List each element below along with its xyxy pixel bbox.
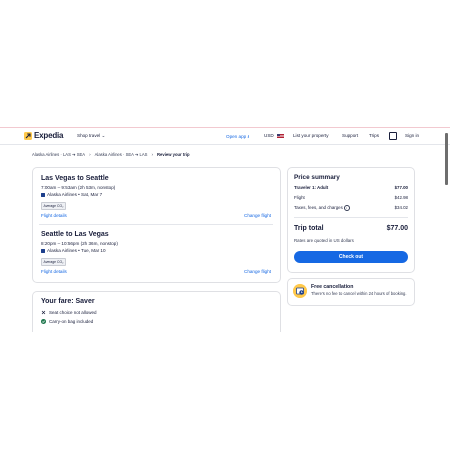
fare-row-seat: Seat choice not allowed <box>41 310 97 315</box>
us-flag-icon <box>276 133 284 138</box>
price-divider <box>294 217 408 218</box>
taxes-value: $34.02 <box>394 205 408 210</box>
shop-travel-label: Shop travel <box>77 133 101 138</box>
co2-badge: Average CO₂ <box>41 258 66 266</box>
open-app-label: Open app <box>226 134 247 139</box>
flight-value: $42.98 <box>394 195 408 200</box>
traveler-label: Traveler 1: Adult <box>294 185 329 190</box>
outbound-airline: Alaska Airlines • Sat, Mar 7 <box>41 192 102 197</box>
fare-row-seat-label: Seat choice not allowed <box>49 310 97 315</box>
traveler-value: $77.00 <box>394 185 408 190</box>
alaska-airlines-logo-icon <box>41 192 45 197</box>
outbound-flight-time: 7:00am – 9:53am (2h 53m, nonstop) <box>41 185 116 190</box>
cancellation-text: There's no fee to cancel within 24 hours… <box>311 291 407 296</box>
trips-link[interactable]: Trips <box>369 133 379 138</box>
return-flight-title: Seattle to Las Vegas <box>41 231 109 238</box>
support-link[interactable]: Support <box>342 133 358 138</box>
outbound-flight-details-link[interactable]: Flight details <box>41 213 67 218</box>
taxes-row: Taxes, fees, and charges i $34.02 <box>294 205 408 211</box>
free-cancellation-card: Free cancellation There's no fee to canc… <box>287 278 415 306</box>
fare-card: Your fare: Saver Seat choice not allowed… <box>32 291 281 332</box>
info-icon[interactable]: i <box>343 205 350 211</box>
outbound-airline-label: Alaska Airlines • Sat, Mar 7 <box>47 192 103 197</box>
outbound-flight-title: Las Vegas to Seattle <box>41 175 109 182</box>
check-icon <box>41 319 46 324</box>
cancellation-title: Free cancellation <box>311 284 354 290</box>
chevron-right-icon: › <box>89 152 91 157</box>
chat-icon[interactable] <box>389 132 397 140</box>
chevron-right-icon: › <box>151 152 154 157</box>
flights-card: Las Vegas to Seattle 7:00am – 9:53am (2h… <box>32 167 281 283</box>
expedia-logo[interactable]: Expedia <box>24 131 63 140</box>
taxes-label-wrap[interactable]: Taxes, fees, and charges i <box>294 205 350 211</box>
chevron-down-icon: ⌄ <box>101 133 106 138</box>
page-scrollbar[interactable] <box>445 131 448 327</box>
co2-badge: Average CO₂ <box>41 202 66 210</box>
breadcrumb-outbound[interactable]: Alaska Airlines · LAS ➔ SEA <box>32 152 85 157</box>
flight-price-row: Flight $42.98 <box>294 195 408 200</box>
price-summary-title: Price summary <box>294 174 340 181</box>
download-icon: ⭳ <box>247 134 250 139</box>
currency-note-label: Rates are quoted in US dollars <box>294 238 354 243</box>
shop-travel-menu[interactable]: Shop travel ⌄ <box>77 133 105 139</box>
scrollbar-thumb[interactable] <box>445 133 448 185</box>
return-airline-label: Alaska Airlines • Tue, Mar 10 <box>47 248 106 253</box>
currency-label: USD <box>264 133 274 138</box>
taxes-label: Taxes, fees, and charges <box>294 205 343 211</box>
price-summary-card: Price summary Traveler 1: Adult $77.00 F… <box>287 167 415 273</box>
fare-row-carry-on: Carry-on bag included <box>41 319 93 324</box>
currency-selector[interactable]: USD <box>264 133 284 138</box>
flights-divider <box>39 224 273 225</box>
return-airline: Alaska Airlines • Tue, Mar 10 <box>41 248 106 253</box>
top-navigation-bar: Expedia Shop travel ⌄ Open app ⭳ USD Lis… <box>0 128 450 145</box>
expedia-logo-icon <box>24 131 32 140</box>
flight-label: Flight <box>294 195 305 200</box>
sign-in-link[interactable]: Sign in <box>405 133 419 138</box>
outbound-change-flight-link[interactable]: Change flight <box>244 213 271 218</box>
return-flight-details-link[interactable]: Flight details <box>41 269 67 274</box>
trip-total-label: Trip total <box>294 225 324 232</box>
open-app-link[interactable]: Open app ⭳ <box>226 133 249 141</box>
return-change-flight-link[interactable]: Change flight <box>244 269 271 274</box>
breadcrumb-current: Review your trip <box>157 152 190 157</box>
currency-note: Rates are quoted in US dollars <box>294 238 408 243</box>
list-property-link[interactable]: List your property <box>293 133 329 138</box>
brand-name: Expedia <box>34 131 64 140</box>
close-icon <box>41 310 46 315</box>
return-flight-time: 8:20pm – 10:56pm (2h 36m, nonstop) <box>41 241 118 246</box>
breadcrumb: Alaska Airlines · LAS ➔ SEA › Alaska Air… <box>32 152 190 157</box>
breadcrumb-return[interactable]: Alaska Airlines · SEA ➔ LAS <box>95 152 148 157</box>
trip-total-row: Trip total $77.00 <box>294 225 408 232</box>
traveler-row: Traveler 1: Adult $77.00 <box>294 185 408 190</box>
alaska-airlines-logo-icon <box>41 248 45 253</box>
fare-title: Your fare: Saver <box>41 298 95 305</box>
checkout-button[interactable]: Check out <box>294 251 408 263</box>
fare-row-carry-on-label: Carry-on bag included <box>49 319 94 324</box>
calendar-clock-icon <box>293 284 307 298</box>
trip-total-value: $77.00 <box>386 225 408 232</box>
